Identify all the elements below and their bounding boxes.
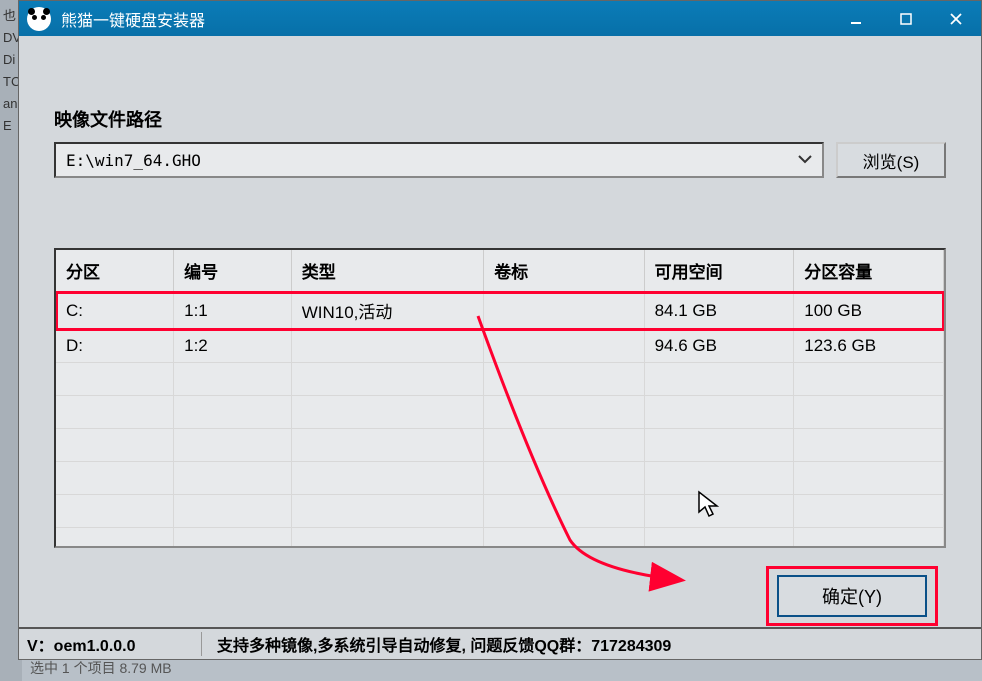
table-row[interactable]: C:1:1WIN10,活动 84.1 GB100 GB <box>56 292 944 330</box>
empty-row <box>56 429 944 462</box>
image-path-value: E:\win7_64.GHO <box>66 151 201 170</box>
header-capacity[interactable]: 分区容量 <box>794 250 944 292</box>
version-text: V：oem1.0.0.0 <box>27 632 202 656</box>
titlebar[interactable]: 熊猫一键硬盘安装器 <box>19 1 981 36</box>
cell-number: 1:2 <box>174 330 292 363</box>
browse-button[interactable]: 浏览(S) <box>836 142 946 178</box>
cell-partition: D: <box>56 330 174 363</box>
explorer-status: 选中 1 个项目 8.79 MB <box>22 655 180 681</box>
close-button[interactable] <box>931 1 981 36</box>
content-area: 映像文件路径 E:\win7_64.GHO 浏览(S) 分区 <box>19 36 981 627</box>
maximize-button[interactable] <box>881 1 931 36</box>
header-label[interactable]: 卷标 <box>484 250 644 292</box>
empty-row <box>56 396 944 429</box>
cell-capacity: 100 GB <box>794 292 944 330</box>
cell-free_space: 94.6 GB <box>644 330 794 363</box>
empty-row <box>56 528 944 549</box>
cell-type <box>291 330 483 363</box>
ok-button-highlight: 确定(Y) <box>766 566 938 626</box>
window-title: 熊猫一键硬盘安装器 <box>61 7 205 31</box>
table-header-row: 分区 编号 类型 卷标 可用空间 分区容量 <box>56 250 944 292</box>
installer-window: 熊猫一键硬盘安装器 映像文件路径 E:\win7_64.GHO 浏览(S <box>18 0 982 660</box>
app-icon <box>27 7 51 31</box>
header-type[interactable]: 类型 <box>291 250 483 292</box>
cell-type: WIN10,活动 <box>291 292 483 330</box>
header-number[interactable]: 编号 <box>174 250 292 292</box>
empty-row <box>56 462 944 495</box>
support-text: 支持多种镜像,多系统引导自动修复, 问题反馈QQ群：717284309 <box>202 632 973 656</box>
image-path-label: 映像文件路径 <box>54 106 946 132</box>
ok-button[interactable]: 确定(Y) <box>777 575 927 617</box>
header-partition[interactable]: 分区 <box>56 250 174 292</box>
empty-row <box>56 495 944 528</box>
empty-row <box>56 363 944 396</box>
partition-table: 分区 编号 类型 卷标 可用空间 分区容量 C:1:1WIN10,活动 84.1 … <box>54 248 946 548</box>
image-path-select[interactable]: E:\win7_64.GHO <box>54 142 824 178</box>
cell-partition: C: <box>56 292 174 330</box>
chevron-down-icon <box>798 152 812 168</box>
cell-label <box>484 330 644 363</box>
header-free[interactable]: 可用空间 <box>644 250 794 292</box>
cell-free_space: 84.1 GB <box>644 292 794 330</box>
minimize-button[interactable] <box>831 1 881 36</box>
cell-capacity: 123.6 GB <box>794 330 944 363</box>
table-row[interactable]: D:1:2 94.6 GB123.6 GB <box>56 330 944 363</box>
cell-number: 1:1 <box>174 292 292 330</box>
cell-label <box>484 292 644 330</box>
